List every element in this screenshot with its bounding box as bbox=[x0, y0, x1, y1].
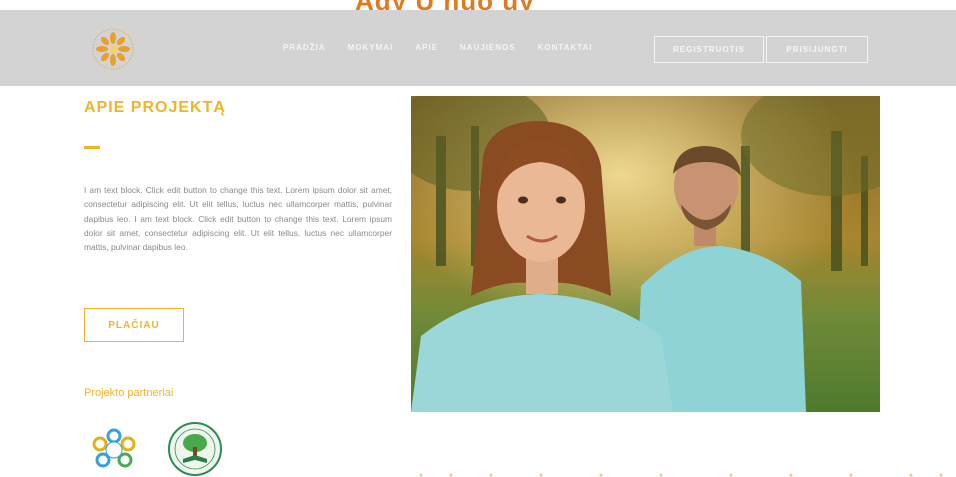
bottom-edge-decoration bbox=[419, 473, 943, 477]
navbar: PRADŽIA MOKYMAI APIE NAUJIENOS KONTAKTAI… bbox=[0, 10, 956, 86]
nav-item-apie[interactable]: APIE bbox=[415, 43, 438, 52]
about-text: I am text block. Click edit button to ch… bbox=[84, 185, 392, 253]
partner-logo-tree-icon[interactable] bbox=[163, 421, 227, 477]
partial-heading: Ady Ų nuo uy bbox=[355, 0, 535, 10]
nav-item-naujienos[interactable]: NAUJIENOS bbox=[460, 43, 516, 52]
login-button[interactable]: PRISIJUNGTI bbox=[766, 36, 868, 63]
nav-item-mokymai[interactable]: MOKYMAI bbox=[348, 43, 394, 52]
nav-item-kontaktai[interactable]: KONTAKTAI bbox=[538, 43, 593, 52]
read-more-button[interactable]: PLAČIAU bbox=[84, 308, 184, 342]
main-nav: PRADŽIA MOKYMAI APIE NAUJIENOS KONTAKTAI bbox=[283, 43, 615, 52]
partner-logo-circle-icon[interactable] bbox=[90, 426, 138, 474]
nav-item-pradzia[interactable]: PRADŽIA bbox=[283, 43, 326, 52]
partners-title: Projekto partneriai bbox=[84, 387, 174, 399]
hero-photo bbox=[411, 96, 880, 412]
top-strip: Ady Ų nuo uy bbox=[0, 0, 956, 10]
register-button[interactable]: REGISTRUOTIS bbox=[654, 36, 764, 63]
about-title: APIE PROJEKTĄ bbox=[84, 99, 226, 116]
logo-flower-icon[interactable] bbox=[84, 24, 142, 74]
title-divider bbox=[84, 146, 100, 149]
